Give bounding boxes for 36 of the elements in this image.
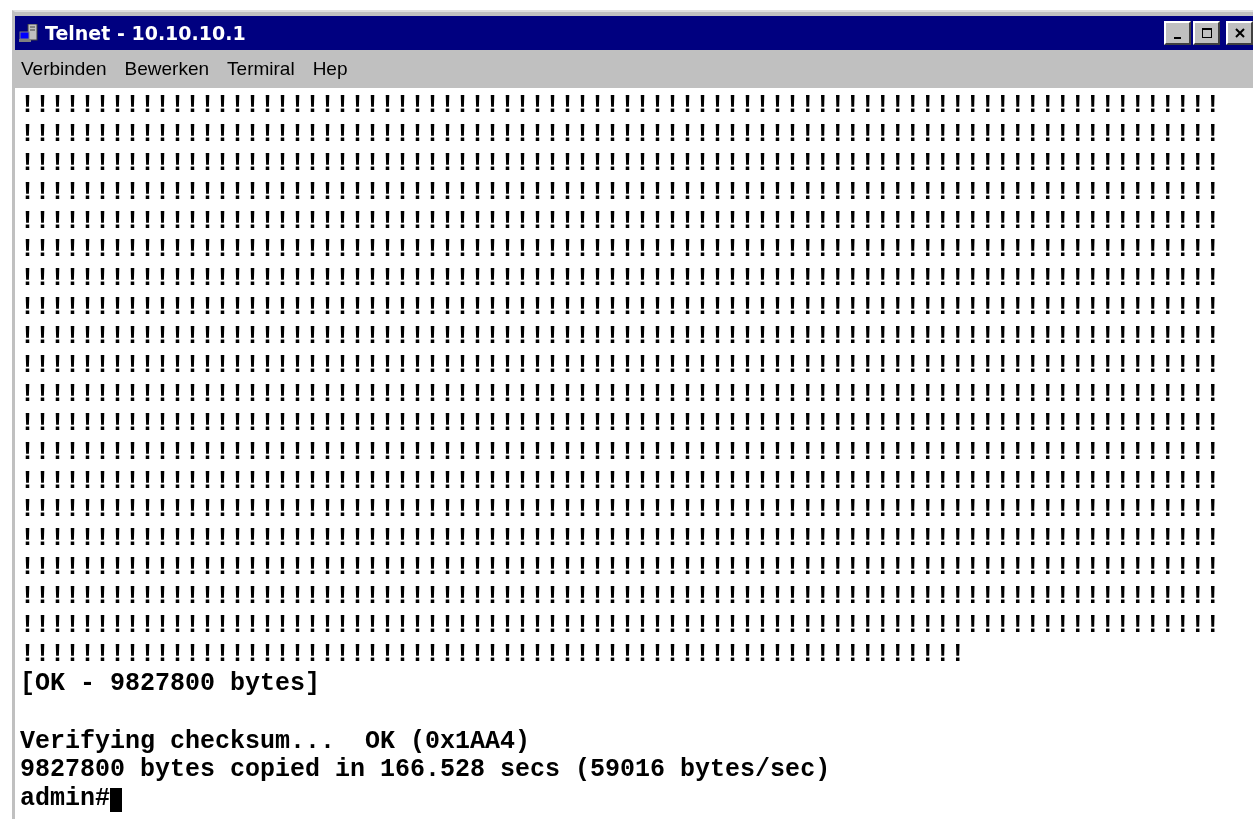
terminal-line: !!!!!!!!!!!!!!!!!!!!!!!!!!!!!!!!!!!!!!!!!!!!!!!!!!!!!!!!!!!!!!!!!!!!!!!!!!!!!!!! xyxy=(20,525,1221,555)
terminal-line: !!!!!!!!!!!!!!!!!!!!!!!!!!!!!!!!!!!!!!!!!!!!!!!!!!!!!!!!!!!!!!!!!!!!!!!!!!!!!!!! xyxy=(20,554,1221,584)
terminal-line: !!!!!!!!!!!!!!!!!!!!!!!!!!!!!!!!!!!!!!!!!!!!!!!!!!!!!!!!!!!!!!!!!!!!!!!!!!!!!!!! xyxy=(20,92,1221,121)
terminal-line: !!!!!!!!!!!!!!!!!!!!!!!!!!!!!!!!!!!!!!!!!!!!!!!!!!!!!!!!!!!!!!!!!!!!!!!!!!!!!!!! xyxy=(20,496,1221,526)
menu-item[interactable]: Termiral xyxy=(227,58,295,80)
close-button[interactable] xyxy=(1226,21,1253,45)
computer-icon xyxy=(19,24,39,42)
terminal-line: !!!!!!!!!!!!!!!!!!!!!!!!!!!!!!!!!!!!!!!!!!!!!!!!!!!!!!!!!!!!!!!!!!!!!!!!!!!!!!!! xyxy=(20,352,1221,381)
terminal-line: !!!!!!!!!!!!!!!!!!!!!!!!!!!!!!!!!!!!!!!!!!!!!!!!!!!!!!!!!!!!!!!!!!!!!!!!!!!!!!!! xyxy=(20,583,1221,613)
terminal-line: admin# xyxy=(20,785,110,815)
terminal-line: !!!!!!!!!!!!!!!!!!!!!!!!!!!!!!!!!!!!!!!!!!!!!!!!!!!!!!!!!!!!!!!!!!!!!!!!!!!!!!!! xyxy=(20,294,1221,324)
maximize-icon xyxy=(1201,28,1212,38)
terminal-line: Verifying checksum... OK (0x1AA4) xyxy=(20,727,531,757)
minimize-icon xyxy=(1174,37,1181,39)
window-title: Telnet - 10.10.10.1 xyxy=(45,22,246,44)
terminal-line: !!!!!!!!!!!!!!!!!!!!!!!!!!!!!!!!!!!!!!!!!!!!!!!!!!!!!!!!!!!!!!!!!!!!!!!!!!!!!!!! xyxy=(20,612,1221,641)
terminal-line: !!!!!!!!!!!!!!!!!!!!!!!!!!!!!!!!!!!!!!!!!!!!!!!!!!!!!!!!!!!!!!!!!!!!!!!!!!!!!!!! xyxy=(20,438,1221,468)
terminal-line: !!!!!!!!!!!!!!!!!!!!!!!!!!!!!!!!!!!!!!!!!!!!!!!!!!!!!!!!!!!!!!!!!!!!!!!!!!!!!!!! xyxy=(20,149,1221,179)
terminal-line: 9827800 bytes copied in 166.528 secs (59016 bytes/sec) xyxy=(20,756,831,786)
close-icon xyxy=(1234,28,1245,38)
terminal-line: !!!!!!!!!!!!!!!!!!!!!!!!!!!!!!!!!!!!!!!!!!!!!!!!!!!!!!!!!!!!!!!!!!!!!!!!!!!!!!!! xyxy=(20,467,1221,497)
menu-item[interactable]: Hep xyxy=(312,58,348,80)
terminal-line: !!!!!!!!!!!!!!!!!!!!!!!!!!!!!!!!!!!!!!!!!!!!!!!!!!!!!!!!!!!!!!!!!!!!!!!!!!!!!!!! xyxy=(20,236,1221,266)
terminal-line: !!!!!!!!!!!!!!!!!!!!!!!!!!!!!!!!!!!!!!!!!!!!!!!!!!!!!!!!!!!!!!!!!!!!!!!!!!!!!!!! xyxy=(20,178,1221,208)
terminal-line: !!!!!!!!!!!!!!!!!!!!!!!!!!!!!!!!!!!!!!!!!!!!!!!!!!!!!!!!!!!!!!!!!!!!!!!!!!!!!!!! xyxy=(20,265,1221,295)
maximize-button[interactable] xyxy=(1193,21,1220,45)
terminal-line: !!!!!!!!!!!!!!!!!!!!!!!!!!!!!!!!!!!!!!!!!!!!!!!!!!!!!!!!!!!!!!! xyxy=(20,640,966,670)
terminal-line: !!!!!!!!!!!!!!!!!!!!!!!!!!!!!!!!!!!!!!!!!!!!!!!!!!!!!!!!!!!!!!!!!!!!!!!!!!!!!!!! xyxy=(20,120,1221,150)
terminal-line: !!!!!!!!!!!!!!!!!!!!!!!!!!!!!!!!!!!!!!!!!!!!!!!!!!!!!!!!!!!!!!!!!!!!!!!!!!!!!!!! xyxy=(20,207,1221,237)
terminal-line: !!!!!!!!!!!!!!!!!!!!!!!!!!!!!!!!!!!!!!!!!!!!!!!!!!!!!!!!!!!!!!!!!!!!!!!!!!!!!!!! xyxy=(20,323,1221,353)
minimize-button[interactable] xyxy=(1164,21,1191,45)
terminal-line: [OK - 9827800 bytes] xyxy=(20,669,321,699)
terminal-line: !!!!!!!!!!!!!!!!!!!!!!!!!!!!!!!!!!!!!!!!!!!!!!!!!!!!!!!!!!!!!!!!!!!!!!!!!!!!!!!! xyxy=(20,409,1221,439)
terminal-line: !!!!!!!!!!!!!!!!!!!!!!!!!!!!!!!!!!!!!!!!!!!!!!!!!!!!!!!!!!!!!!!!!!!!!!!!!!!!!!!! xyxy=(20,380,1221,410)
menu-item[interactable]: Bewerken xyxy=(124,58,210,80)
menu-item[interactable]: Verbinden xyxy=(21,58,107,80)
